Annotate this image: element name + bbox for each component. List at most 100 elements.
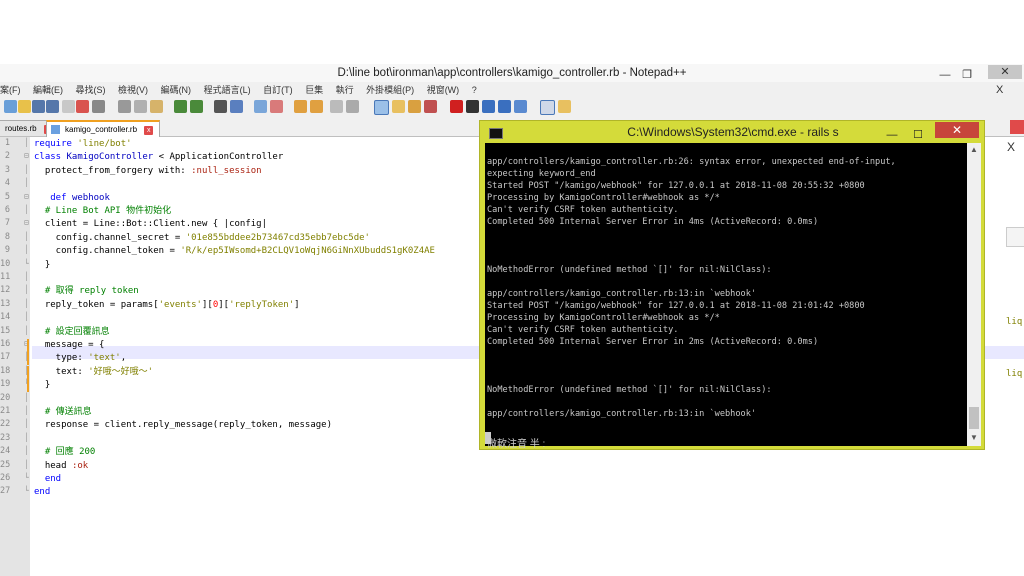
menu-encoding[interactable]: 編碼(N): [161, 85, 192, 95]
line-number: 17: [0, 352, 11, 363]
folder-workspace-icon[interactable]: [424, 100, 437, 113]
line-number: 9: [4, 245, 10, 256]
menu-language[interactable]: 程式語言(L): [204, 85, 251, 95]
fold-toggle-icon[interactable]: ⊟: [24, 218, 30, 227]
spell-check-icon[interactable]: [540, 100, 555, 115]
line-number: 18: [0, 365, 11, 376]
toolbar: [0, 98, 1024, 116]
close-document-icon[interactable]: X: [996, 82, 1003, 98]
print-icon[interactable]: [92, 100, 105, 113]
open-file-icon[interactable]: [18, 100, 31, 113]
code-line[interactable]: # 取得 reply token: [34, 285, 139, 298]
undo-icon[interactable]: [174, 100, 187, 113]
menu-edit[interactable]: 編輯(E): [33, 85, 63, 95]
save-all-icon[interactable]: [46, 100, 59, 113]
tab-kamigo-controller[interactable]: kamigo_controller.rb x: [46, 120, 161, 137]
function-list-icon[interactable]: [408, 100, 421, 113]
code-line[interactable]: }: [34, 379, 50, 392]
code-line[interactable]: message = {: [34, 339, 105, 352]
cut-icon[interactable]: [118, 100, 131, 113]
console-output[interactable]: app/controllers/kamigo_controller.rb:26:…: [485, 143, 967, 450]
play-macro-icon[interactable]: [482, 100, 495, 113]
menu-view[interactable]: 檢視(V): [118, 85, 148, 95]
code-line[interactable]: head :ok: [34, 460, 88, 473]
console-line: NoMethodError (undefined method `[]' for…: [487, 265, 772, 275]
scroll-down-icon[interactable]: ▼: [970, 433, 978, 442]
zoom-in-icon[interactable]: [254, 100, 267, 113]
fold-line: │: [24, 178, 29, 188]
cmd-close-button[interactable]: ✕: [935, 122, 979, 138]
code-line[interactable]: # Line Bot API 物件初始化: [34, 205, 171, 218]
fold-toggle-icon[interactable]: ⊟: [24, 151, 30, 160]
code-line[interactable]: def webhook: [34, 192, 110, 205]
menu-help[interactable]: ?: [472, 85, 477, 95]
close-button[interactable]: ✕: [988, 65, 1022, 79]
menu-settings[interactable]: 自訂(T): [263, 85, 293, 95]
find-icon[interactable]: [214, 100, 227, 113]
cmd-scrollbar[interactable]: ▲ ▼: [967, 143, 981, 446]
code-line[interactable]: reply_token = params['events'][0]['reply…: [34, 299, 300, 312]
code-line[interactable]: class KamigoController < ApplicationCont…: [34, 151, 283, 164]
show-all-chars-icon[interactable]: [346, 100, 359, 113]
code-line[interactable]: type: 'text',: [34, 352, 126, 365]
close-tab-icon[interactable]: x: [144, 126, 154, 135]
code-line[interactable]: config.channel_token = 'R/k/ep5IWsomd+B2…: [34, 245, 435, 258]
fold-line: └: [24, 486, 29, 496]
plugin-icon[interactable]: [558, 100, 571, 113]
code-line[interactable]: end: [34, 486, 50, 499]
code-line[interactable]: text: '好哦～好哦～': [34, 366, 153, 379]
menu-file[interactable]: 案(F): [0, 85, 21, 95]
word-wrap-icon[interactable]: [330, 100, 343, 113]
menu-run[interactable]: 執行: [336, 85, 354, 95]
line-number: 20: [0, 392, 11, 403]
menu-plugins[interactable]: 外掛模組(P): [366, 85, 414, 95]
save-macro-icon[interactable]: [514, 100, 527, 113]
run-macro-multiple-icon[interactable]: [498, 100, 511, 113]
console-line: expecting keyword_end: [487, 169, 596, 179]
new-file-icon[interactable]: [4, 100, 17, 113]
line-number: 23: [0, 432, 11, 443]
record-macro-icon[interactable]: [450, 100, 463, 113]
panel-close-icon[interactable]: X: [1007, 140, 1015, 154]
sync-vertical-icon[interactable]: [294, 100, 307, 113]
paste-icon[interactable]: [150, 100, 163, 113]
stop-macro-icon[interactable]: [466, 100, 479, 113]
fold-line: │: [24, 432, 29, 442]
line-number: 21: [0, 406, 11, 416]
sync-horizontal-icon[interactable]: [310, 100, 323, 113]
overflow-text: liq: [1006, 317, 1023, 327]
menu-search[interactable]: 尋找(S): [76, 85, 106, 95]
code-line[interactable]: require 'line/bot': [34, 138, 132, 151]
indent-guide-icon[interactable]: [374, 100, 389, 115]
line-number: 14: [0, 312, 11, 323]
code-line[interactable]: end: [34, 473, 61, 486]
fold-line: │: [24, 205, 29, 214]
scroll-thumb[interactable]: [969, 407, 979, 429]
menu-window[interactable]: 視窗(W): [427, 85, 460, 95]
close-file-icon[interactable]: [62, 100, 75, 113]
code-line[interactable]: # 傳送訊息: [34, 406, 92, 419]
doc-map-icon[interactable]: [392, 100, 405, 113]
fold-line: │: [24, 419, 29, 429]
code-line[interactable]: # 回應 200: [34, 446, 96, 459]
fold-line: │: [24, 285, 29, 295]
line-number: 11: [0, 272, 11, 282]
replace-icon[interactable]: [230, 100, 243, 113]
code-line[interactable]: response = client.reply_message(reply_to…: [34, 419, 332, 432]
copy-icon[interactable]: [134, 100, 147, 113]
menu-macro[interactable]: 巨集: [305, 85, 323, 95]
code-line[interactable]: }: [34, 259, 50, 272]
code-line[interactable]: protect_from_forgery with: :null_session: [34, 165, 262, 178]
code-line[interactable]: config.channel_secret = '01e855bddee2b73…: [34, 232, 370, 245]
close-all-icon[interactable]: [76, 100, 89, 113]
code-line[interactable]: client = Line::Bot::Client.new { |config…: [34, 218, 267, 231]
scroll-up-icon[interactable]: ▲: [970, 145, 978, 154]
line-number: 13: [0, 298, 11, 309]
code-line[interactable]: # 設定回覆訊息: [34, 326, 110, 339]
line-number: 4: [4, 178, 10, 189]
redo-icon[interactable]: [190, 100, 203, 113]
zoom-out-icon[interactable]: [270, 100, 283, 113]
menu-bar: 案(F) 編輯(E) 尋找(S) 檢視(V) 編碼(N) 程式語言(L) 自訂(…: [0, 82, 1024, 98]
save-icon[interactable]: [32, 100, 45, 113]
fold-toggle-icon[interactable]: ⊟: [24, 192, 30, 201]
